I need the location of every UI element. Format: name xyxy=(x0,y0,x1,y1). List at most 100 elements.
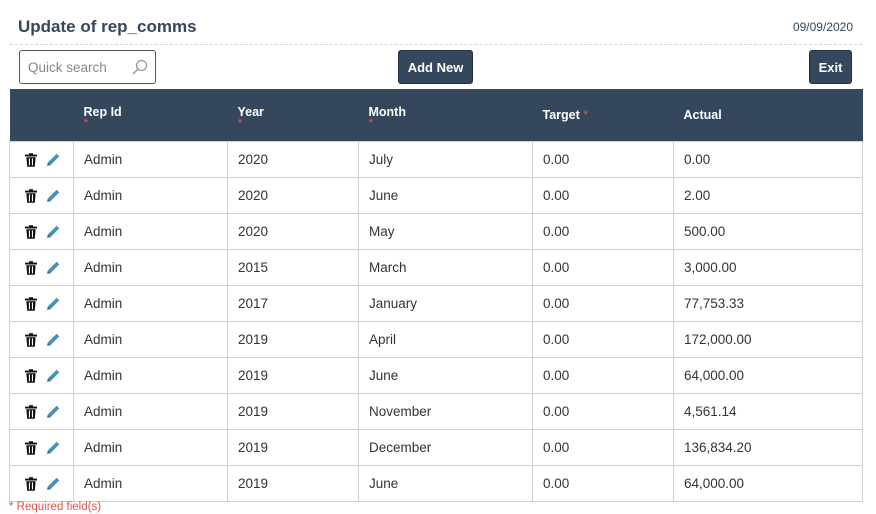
trash-icon[interactable] xyxy=(24,476,38,491)
header-year-label: Year xyxy=(237,104,264,119)
header-rep-id[interactable]: Rep Id * xyxy=(73,89,228,141)
table-row[interactable]: Admin 2019 November 0.00 4,561.14 xyxy=(9,392,863,430)
cell-year: 2017 xyxy=(227,284,359,322)
cell-rep-id: Admin xyxy=(73,248,228,286)
cell-rep-id: Admin xyxy=(73,464,228,502)
cell-actual: 0.00 xyxy=(673,140,863,178)
row-actions xyxy=(9,212,74,250)
cell-month: April xyxy=(358,320,533,358)
required-marker: * xyxy=(83,116,89,130)
cell-month: March xyxy=(358,248,533,286)
table-row[interactable]: Admin 2015 March 0.00 3,000.00 xyxy=(9,248,863,286)
required-fields-note: * Required field(s) xyxy=(9,501,102,513)
trash-icon[interactable] xyxy=(24,332,38,347)
quick-search-input[interactable] xyxy=(20,51,128,83)
cell-month: June xyxy=(358,176,533,214)
title-bar: Update of rep_comms 09/09/2020 xyxy=(10,0,862,45)
row-actions xyxy=(9,428,74,466)
required-marker: * xyxy=(368,116,374,130)
table-row[interactable]: Admin 2017 January 0.00 77,753.33 xyxy=(9,284,863,322)
table-row[interactable]: Admin 2019 December 0.00 136,834.20 xyxy=(9,428,863,466)
cell-month: November xyxy=(358,392,533,430)
search-icon[interactable] xyxy=(132,59,148,75)
cell-rep-id: Admin xyxy=(73,284,228,322)
cell-year: 2019 xyxy=(227,356,359,394)
header-month[interactable]: Month * xyxy=(358,89,533,141)
cell-year: 2019 xyxy=(227,392,359,430)
trash-icon[interactable] xyxy=(24,440,38,455)
pencil-icon[interactable] xyxy=(46,441,60,455)
trash-icon[interactable] xyxy=(24,152,38,167)
pencil-icon[interactable] xyxy=(46,297,60,311)
row-actions xyxy=(9,248,74,286)
trash-icon[interactable] xyxy=(24,404,38,419)
table-row[interactable]: Admin 2020 July 0.00 0.00 xyxy=(9,140,863,178)
table-row[interactable]: Admin 2020 June 0.00 2.00 xyxy=(9,176,863,214)
cell-year: 2019 xyxy=(227,428,359,466)
cell-target: 0.00 xyxy=(532,320,674,358)
trash-icon[interactable] xyxy=(24,188,38,203)
trash-icon[interactable] xyxy=(24,224,38,239)
page-title: Update of rep_comms xyxy=(18,17,197,36)
cell-rep-id: Admin xyxy=(73,320,228,358)
pencil-icon[interactable] xyxy=(46,333,60,347)
header-actual-label: Actual xyxy=(683,107,722,122)
row-actions xyxy=(9,320,74,358)
cell-month: June xyxy=(358,464,533,502)
exit-button[interactable]: Exit xyxy=(809,50,852,84)
cell-actual: 2.00 xyxy=(673,176,863,214)
table-row[interactable]: Admin 2020 May 0.00 500.00 xyxy=(9,212,863,250)
table-row[interactable]: Admin 2019 April 0.00 172,000.00 xyxy=(9,320,863,358)
header-actual[interactable]: Actual xyxy=(673,89,863,141)
cell-rep-id: Admin xyxy=(73,356,228,394)
row-actions xyxy=(9,464,74,502)
cell-month: June xyxy=(358,356,533,394)
header-month-label: Month xyxy=(368,104,406,119)
pencil-icon[interactable] xyxy=(46,261,60,275)
cell-actual: 4,561.14 xyxy=(673,392,863,430)
trash-icon[interactable] xyxy=(24,296,38,311)
cell-month: July xyxy=(358,140,533,178)
records-table: Rep Id * Year * Month * Target * Actual … xyxy=(9,89,863,502)
cell-target: 0.00 xyxy=(532,392,674,430)
row-actions xyxy=(9,356,74,394)
cell-rep-id: Admin xyxy=(73,392,228,430)
cell-actual: 500.00 xyxy=(673,212,863,250)
cell-year: 2019 xyxy=(227,464,359,502)
cell-year: 2020 xyxy=(227,176,359,214)
required-marker: * xyxy=(583,107,589,122)
pencil-icon[interactable] xyxy=(46,153,60,167)
cell-year: 2020 xyxy=(227,212,359,250)
page-date: 09/09/2020 xyxy=(792,20,853,34)
cell-year: 2015 xyxy=(227,248,359,286)
cell-month: May xyxy=(358,212,533,250)
header-year[interactable]: Year * xyxy=(227,89,359,141)
header-rep-id-label: Rep Id xyxy=(83,104,122,119)
header-target[interactable]: Target * xyxy=(532,89,674,141)
cell-year: 2020 xyxy=(227,140,359,178)
cell-target: 0.00 xyxy=(532,212,674,250)
add-new-button[interactable]: Add New xyxy=(398,50,473,84)
pencil-icon[interactable] xyxy=(46,405,60,419)
trash-icon[interactable] xyxy=(24,260,38,275)
quick-search-box[interactable] xyxy=(19,50,156,84)
header-actions xyxy=(9,89,74,141)
cell-target: 0.00 xyxy=(532,428,674,466)
row-actions xyxy=(9,284,74,322)
cell-month: December xyxy=(358,428,533,466)
cell-year: 2019 xyxy=(227,320,359,358)
cell-target: 0.00 xyxy=(532,284,674,322)
pencil-icon[interactable] xyxy=(46,189,60,203)
pencil-icon[interactable] xyxy=(46,225,60,239)
cell-actual: 64,000.00 xyxy=(673,356,863,394)
pencil-icon[interactable] xyxy=(46,477,60,491)
table-row[interactable]: Admin 2019 June 0.00 64,000.00 xyxy=(9,464,863,502)
cell-target: 0.00 xyxy=(532,248,674,286)
table-body: Admin 2020 July 0.00 0.00 Admin 2020 June 0.00 2.… xyxy=(9,140,863,502)
cell-rep-id: Admin xyxy=(73,212,228,250)
cell-month: January xyxy=(358,284,533,322)
table-row[interactable]: Admin 2019 June 0.00 64,000.00 xyxy=(9,356,863,394)
cell-rep-id: Admin xyxy=(73,176,228,214)
pencil-icon[interactable] xyxy=(46,369,60,383)
trash-icon[interactable] xyxy=(24,368,38,383)
